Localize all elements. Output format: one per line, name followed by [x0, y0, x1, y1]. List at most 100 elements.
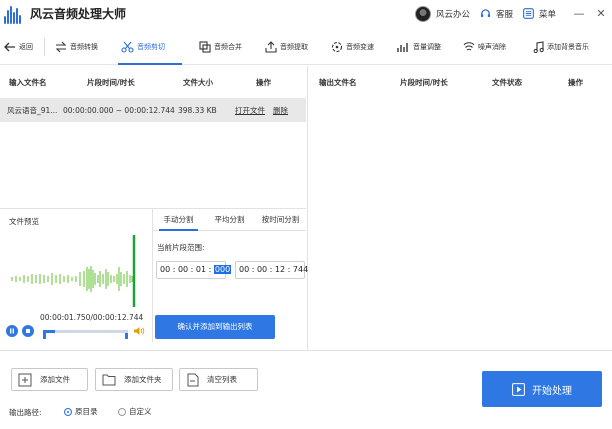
clear-list-label: 清空列表: [207, 375, 237, 384]
extract-icon: [265, 40, 277, 53]
clear-list-icon: [187, 373, 199, 386]
end-marker[interactable]: [125, 333, 128, 339]
support-label: 客服: [495, 9, 513, 20]
back-button[interactable]: 返回: [0, 29, 44, 65]
noise-icon: [463, 41, 475, 50]
headset-icon: [480, 9, 491, 18]
column-header: 片段时间/时长: [87, 77, 135, 87]
open-file-link[interactable]: 打开文件: [235, 105, 265, 116]
file-preview-panel: 文件预览 00:00:01.750/00:00:12.744: [0, 208, 152, 342]
tool-volume[interactable]: 音量调整: [389, 29, 457, 65]
tool-label: 音频转换: [70, 42, 98, 51]
start-processing-button[interactable]: 开始处理: [482, 371, 602, 407]
pause-icon: [10, 328, 14, 334]
tool-label: 添加背景音乐: [547, 42, 589, 51]
pause-button[interactable]: [6, 325, 18, 337]
preview-label: 文件预览: [9, 217, 39, 226]
merge-icon: [199, 40, 211, 53]
tab-manual-split[interactable]: 手动分割: [153, 209, 204, 231]
close-button[interactable]: ✕: [590, 7, 612, 20]
confirm-add-button[interactable]: 确认并添加到输出列表: [155, 315, 275, 339]
column-header: 操作: [256, 77, 271, 87]
radio-original-dir[interactable]: 原目录: [64, 406, 98, 417]
tool-extract[interactable]: 音频提取: [255, 29, 323, 65]
waveform: [11, 235, 136, 307]
add-folder-button[interactable]: 添加文件夹: [95, 368, 173, 391]
volume-icon[interactable]: [133, 326, 145, 336]
clear-list-button[interactable]: 清空列表: [179, 368, 258, 391]
tool-label: 音频提取: [280, 42, 308, 51]
column-header: 文件大小: [183, 77, 213, 87]
tool-convert[interactable]: 音频转换: [45, 29, 115, 65]
input-file-list: 输入文件名 片段时间/时长 文件大小 操作 风云语音_91... 00:00:0…: [0, 66, 306, 208]
menu-button[interactable]: 菜单: [523, 8, 556, 20]
table-row[interactable]: 风云语音_91... 00:00:00.000 ~ 00:00:12.744 3…: [0, 98, 306, 122]
menu-label: 菜单: [538, 9, 556, 20]
music-icon: [533, 40, 544, 53]
start-label: 开始处理: [532, 385, 572, 397]
avatar[interactable]: [414, 5, 431, 22]
volume-bars-icon: [397, 42, 408, 52]
radio-label: 原目录: [75, 407, 98, 416]
tool-speed[interactable]: 音频变速: [323, 29, 389, 65]
add-file-icon: [18, 373, 32, 386]
tool-bgm[interactable]: 添加背景音乐: [523, 29, 605, 65]
add-file-label: 添加文件: [40, 375, 70, 384]
minimize-button[interactable]: —: [568, 7, 590, 20]
tool-label: 音频合并: [214, 42, 242, 51]
input-table-header: 输入文件名 片段时间/时长 文件大小 操作: [0, 66, 306, 98]
app-title: 风云音频处理大师: [30, 7, 127, 21]
back-label: 返回: [19, 42, 33, 51]
delete-link[interactable]: 删除: [273, 105, 288, 116]
column-header: 文件状态: [492, 77, 522, 87]
stop-icon: [26, 329, 30, 333]
folder-icon: [102, 374, 116, 386]
bottom-bar: 添加文件 添加文件夹 清空列表 输出路径: 原目录 自定义 开始处理: [0, 350, 612, 429]
column-header: 片段时间/时长: [400, 77, 448, 87]
column-header: 操作: [568, 77, 583, 87]
output-path-label: 输出路径:: [9, 408, 42, 417]
progress-track[interactable]: [43, 330, 128, 333]
convert-icon: [55, 41, 67, 52]
radio-custom-dir[interactable]: 自定义: [118, 406, 152, 417]
split-tabs: 手动分割 平均分割 按时间分割: [153, 209, 306, 231]
time-range-cell: 00:00:00.000 ~ 00:00:12.744: [63, 105, 175, 115]
tool-label: 音频变速: [346, 42, 374, 51]
radio-unchecked-icon: [118, 407, 126, 416]
file-name-cell: 风云语音_91...: [7, 105, 58, 115]
output-file-list: 输出文件名 片段时间/时长 文件状态 操作: [307, 66, 612, 350]
tool-label: 音量调整: [413, 42, 441, 51]
file-size-cell: 398.33 KB: [178, 105, 217, 115]
start-time-input[interactable]: 00 : 00 : 01 : 000: [156, 261, 232, 279]
tool-merge[interactable]: 音频合并: [185, 29, 255, 65]
radio-label: 自定义: [129, 407, 152, 416]
back-arrow-icon: [4, 42, 15, 51]
function-toolbar: 返回 音频转换 音频剪切 音频合并 音频提取 音频变速 音量调整 噪声消除 添加…: [0, 29, 612, 65]
radio-checked-icon: [64, 407, 72, 416]
speed-icon: [331, 41, 343, 52]
end-time-input[interactable]: 00 : 00 : 12 : 744: [235, 261, 308, 279]
tab-time-split[interactable]: 按时间分割: [255, 209, 306, 230]
start-time-selected: 000: [213, 265, 232, 274]
scissors-icon: [121, 41, 134, 53]
tool-noise[interactable]: 噪声消除: [457, 29, 523, 65]
play-icon: [512, 382, 525, 396]
playback-time: 00:00:01.750/00:00:12.744: [40, 313, 144, 322]
output-table-header: 输出文件名 片段时间/时长 文件状态 操作: [308, 66, 612, 98]
tool-label: 音频剪切: [137, 42, 165, 51]
stop-button[interactable]: [22, 325, 34, 337]
tool-cut[interactable]: 音频剪切: [115, 29, 185, 65]
support-button[interactable]: 客服: [480, 8, 513, 20]
app-logo-icon: [4, 4, 24, 24]
title-bar: 风云音频处理大师 风云办公 客服 菜单 — ✕: [0, 0, 612, 27]
tool-label: 噪声消除: [478, 42, 506, 51]
column-header: 输出文件名: [319, 77, 357, 87]
start-time-prefix: 00 : 00 : 01 :: [160, 265, 214, 274]
tab-average-split[interactable]: 平均分割: [204, 209, 255, 230]
add-file-button[interactable]: 添加文件: [11, 368, 88, 391]
start-marker[interactable]: [43, 333, 46, 339]
range-label: 当前片段范围:: [157, 243, 205, 252]
add-folder-label: 添加文件夹: [124, 375, 162, 384]
user-account[interactable]: 风云办公: [414, 5, 470, 22]
column-header: 输入文件名: [9, 77, 47, 87]
